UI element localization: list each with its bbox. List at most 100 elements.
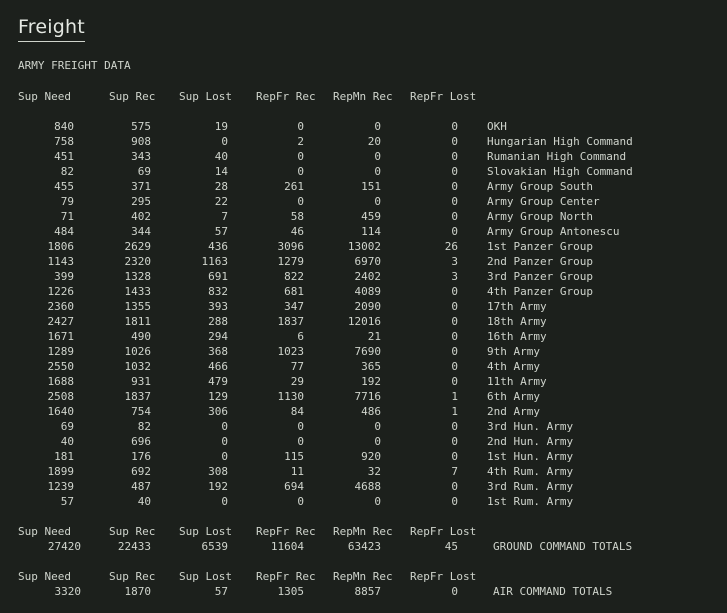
cell-unit-name: 16th Army: [487, 330, 547, 343]
cell-rfrec: 46: [290, 225, 304, 238]
cell-rmrec: 0: [374, 495, 381, 508]
cell-lost: 294: [208, 330, 228, 343]
cell-rfrec: 681: [284, 285, 304, 298]
cell-rec: 487: [131, 480, 151, 493]
cell-unit-name: 9th Army: [487, 345, 540, 358]
cell-unit-name: 6th Army: [487, 390, 540, 403]
cell-rfrec: 77: [290, 360, 304, 373]
cell-lost: 393: [208, 300, 228, 313]
cell-need: 2427: [47, 315, 75, 328]
cell-lost: 288: [208, 315, 228, 328]
table-row: 181 176 0 115 920 0 1st Hun. Army: [0, 449, 727, 464]
cell-need: 840: [54, 120, 74, 133]
page-title: Freight: [18, 15, 85, 42]
cell-rflost: 0: [451, 375, 458, 388]
cell-unit-name: 1st Hun. Army: [487, 450, 574, 463]
cell-rflost: 0: [451, 285, 458, 298]
table-row: 69 82 0 0 0 0 3rd Hun. Army: [0, 419, 727, 434]
cell-rmrec: 114: [361, 225, 381, 238]
cell-rflost: 0: [451, 210, 458, 223]
cell-rflost: 1: [451, 390, 458, 403]
cell-rflost: 0: [451, 150, 458, 163]
cell-rmrec: 2090: [354, 300, 382, 313]
column-header: Sup Rec: [109, 525, 156, 538]
cell-rec: 22433: [117, 540, 151, 553]
ground-totals-header-row: Sup Need Sup Rec Sup Lost RepFr Rec RepMn Re…: [0, 524, 727, 539]
table-row: 1239 487 192 694 4688 0 3rd Rum. Army: [0, 479, 727, 494]
cell-unit-name: 1st Panzer Group: [487, 240, 593, 253]
cell-rfrec: 11604: [270, 540, 304, 553]
cell-lost: 479: [208, 375, 228, 388]
cell-rmrec: 920: [361, 450, 381, 463]
cell-rec: 343: [131, 150, 151, 163]
cell-lost: 19: [214, 120, 228, 133]
cell-rec: 696: [131, 435, 151, 448]
cell-rmrec: 7716: [354, 390, 382, 403]
cell-lost: 129: [208, 390, 228, 403]
cell-rfrec: 261: [284, 180, 304, 193]
cell-rfrec: 0: [297, 150, 304, 163]
ground-totals-row: 27420 22433 6539 11604 63423 45 GROUND COMMAND…: [0, 539, 727, 554]
cell-lost: 192: [208, 480, 228, 493]
cell-rflost: 0: [451, 225, 458, 238]
cell-rmrec: 0: [374, 435, 381, 448]
table-row: 71 402 7 58 459 0 Army Group North: [0, 209, 727, 224]
cell-need: 451: [54, 150, 74, 163]
cell-lost: 0: [221, 495, 228, 508]
cell-rfrec: 0: [297, 420, 304, 433]
cell-rec: 69: [137, 165, 151, 178]
cell-rfrec: 1023: [277, 345, 305, 358]
cell-need: 57: [60, 495, 74, 508]
cell-rfrec: 3096: [277, 240, 305, 253]
cell-lost: 368: [208, 345, 228, 358]
cell-rfrec: 29: [290, 375, 304, 388]
cell-rflost: 0: [451, 585, 458, 598]
cell-rec: 1433: [124, 285, 152, 298]
cell-unit-name: 4th Panzer Group: [487, 285, 593, 298]
cell-rfrec: 0: [297, 120, 304, 133]
table-row: 57 40 0 0 0 0 1st Rum. Army: [0, 494, 727, 509]
cell-rec: 908: [131, 135, 151, 148]
cell-lost: 0: [221, 135, 228, 148]
cell-lost: 40: [214, 150, 228, 163]
cell-rec: 344: [131, 225, 151, 238]
cell-rflost: 0: [451, 360, 458, 373]
table-row: 2427 1811 288 1837 12016 0 18th Army: [0, 314, 727, 329]
cell-rmrec: 2402: [354, 270, 382, 283]
cell-unit-name: 4th Army: [487, 360, 540, 373]
cell-unit-name: 18th Army: [487, 315, 547, 328]
cell-need: 1671: [47, 330, 75, 343]
cell-rflost: 7: [451, 465, 458, 478]
cell-unit-name: AIR COMMAND TOTALS: [493, 585, 613, 598]
cell-rec: 931: [131, 375, 151, 388]
cell-unit-name: Army Group South: [487, 180, 593, 193]
cell-rmrec: 0: [374, 420, 381, 433]
cell-rflost: 3: [451, 255, 458, 268]
cell-rfrec: 694: [284, 480, 304, 493]
table-row: 1806 2629 436 3096 13002 26 1st Panzer Group: [0, 239, 727, 254]
cell-lost: 466: [208, 360, 228, 373]
table-row: 1143 2320 1163 1279 6970 3 2nd Panzer Group: [0, 254, 727, 269]
cell-lost: 57: [214, 585, 228, 598]
column-header: RepFr Lost: [410, 525, 477, 538]
cell-rflost: 3: [451, 270, 458, 283]
cell-rfrec: 2: [297, 135, 304, 148]
cell-need: 1239: [47, 480, 75, 493]
cell-lost: 6539: [201, 540, 229, 553]
cell-rfrec: 0: [297, 435, 304, 448]
cell-rec: 1837: [124, 390, 152, 403]
cell-need: 79: [60, 195, 74, 208]
cell-need: 3320: [54, 585, 82, 598]
cell-unit-name: 1st Rum. Army: [487, 495, 574, 508]
cell-unit-name: GROUND COMMAND TOTALS: [493, 540, 633, 553]
cell-rfrec: 347: [284, 300, 304, 313]
cell-rec: 176: [131, 450, 151, 463]
column-header: Sup Rec: [109, 90, 156, 103]
cell-unit-name: Rumanian High Command: [487, 150, 627, 163]
cell-rmrec: 7690: [354, 345, 382, 358]
cell-need: 484: [54, 225, 74, 238]
column-header: Sup Lost: [179, 90, 232, 103]
cell-rflost: 0: [451, 420, 458, 433]
cell-need: 40: [60, 435, 74, 448]
cell-rfrec: 1837: [277, 315, 305, 328]
